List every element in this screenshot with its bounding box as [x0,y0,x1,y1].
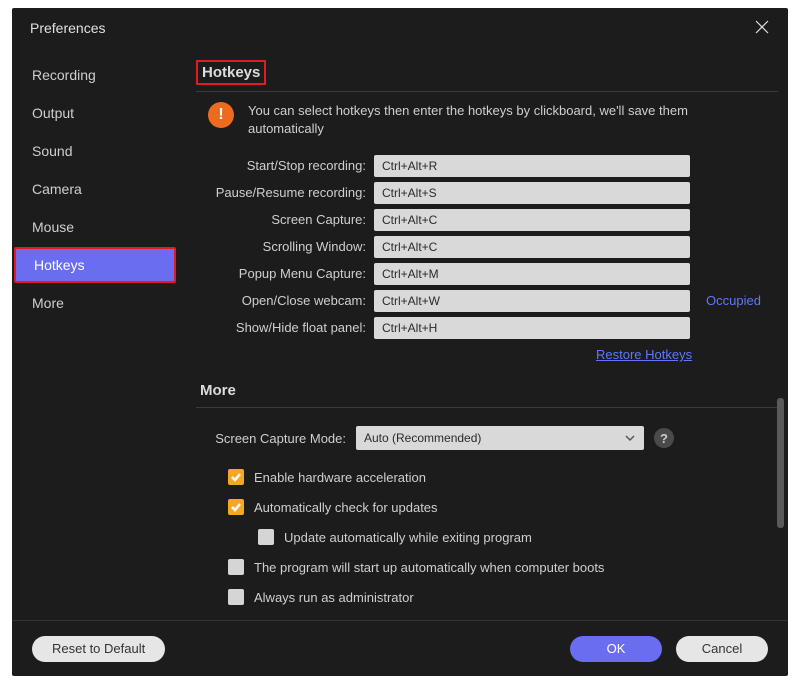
sidebar-item-label: Hotkeys [34,257,85,273]
help-icon[interactable]: ? [654,428,674,448]
section-title-hotkeys: Hotkeys [196,60,266,85]
hotkey-row: Start/Stop recording: [196,152,778,179]
close-icon[interactable] [754,19,770,38]
sidebar-item-recording[interactable]: Recording [14,57,176,93]
hotkey-label: Start/Stop recording: [196,158,366,173]
hotkey-label: Popup Menu Capture: [196,266,366,281]
hotkey-row: Show/Hide float panel: [196,314,778,341]
info-row: ! You can select hotkeys then enter the … [196,102,778,138]
titlebar: Preferences [12,8,788,48]
checkbox-label: The program will start up automatically … [254,560,604,575]
sidebar-item-camera[interactable]: Camera [14,171,176,207]
mode-row: Screen Capture Mode: Auto (Recommended) … [196,426,778,450]
checkbox-label: Enable hardware acceleration [254,470,426,485]
checkbox-row: Enable hardware acceleration [196,462,778,492]
reset-to-default-button[interactable]: Reset to Default [32,636,165,662]
sidebar-item-label: Mouse [32,219,74,235]
divider [196,407,778,408]
screen-capture-mode-select[interactable]: Auto (Recommended) [356,426,644,450]
hotkey-input-scrolling-window[interactable] [374,236,690,258]
section-title-more: More [196,380,240,401]
hotkey-input-pause-resume[interactable] [374,182,690,204]
hotkey-input-screen-capture[interactable] [374,209,690,231]
hotkeys-section: Hotkeys ! You can select hotkeys then en… [196,60,778,362]
cancel-button[interactable]: Cancel [676,636,768,662]
preferences-window: Preferences Recording Output Sound Camer… [12,8,788,676]
hotkey-label: Show/Hide float panel: [196,320,366,335]
sidebar-item-label: Recording [32,67,96,83]
window-title: Preferences [30,20,105,36]
scrollbar[interactable] [777,398,784,528]
alert-icon: ! [208,102,234,128]
sidebar-item-mouse[interactable]: Mouse [14,209,176,245]
main-panel: Hotkeys ! You can select hotkeys then en… [184,48,788,620]
sidebar: Recording Output Sound Camera Mouse Hotk… [14,48,184,620]
sidebar-item-label: Camera [32,181,82,197]
sidebar-item-sound[interactable]: Sound [14,133,176,169]
sidebar-item-hotkeys[interactable]: Hotkeys [14,247,176,283]
select-value: Auto (Recommended) [364,431,481,445]
divider [196,91,778,92]
hotkey-input-float-panel[interactable] [374,317,690,339]
hotkey-input-webcam[interactable] [374,290,690,312]
sidebar-item-label: Output [32,105,74,121]
checkbox-row: Update automatically while exiting progr… [196,522,778,552]
sidebar-item-more[interactable]: More [14,285,176,321]
info-text: You can select hotkeys then enter the ho… [248,102,778,138]
chevron-down-icon [624,432,636,444]
checkbox-auto-updates[interactable] [228,499,244,515]
hotkey-row: Open/Close webcam: Occupied [196,287,778,314]
checkbox-hardware-accel[interactable] [228,469,244,485]
checkbox-label: Always run as administrator [254,590,414,605]
ok-button[interactable]: OK [570,636,662,662]
checkbox-admin[interactable] [228,589,244,605]
sidebar-item-output[interactable]: Output [14,95,176,131]
hotkey-label: Screen Capture: [196,212,366,227]
checkbox-row: Always run as administrator [196,582,778,612]
checkbox-label: Automatically check for updates [254,500,438,515]
hotkey-label: Open/Close webcam: [196,293,366,308]
checkbox-update-on-exit[interactable] [258,529,274,545]
mode-label: Screen Capture Mode: [196,431,346,446]
hotkey-label: Scrolling Window: [196,239,366,254]
hotkey-row: Pause/Resume recording: [196,179,778,206]
checkbox-row: Automatically check for updates [196,492,778,522]
sidebar-item-label: More [32,295,64,311]
hotkey-status: Occupied [706,293,761,308]
checkbox-row: The program will start up automatically … [196,552,778,582]
body: Recording Output Sound Camera Mouse Hotk… [12,48,788,620]
restore-hotkeys-link[interactable]: Restore Hotkeys [196,347,778,362]
footer-right: OK Cancel [570,636,768,662]
footer: Reset to Default OK Cancel [12,620,788,676]
hotkey-row: Scrolling Window: [196,233,778,260]
checkbox-label: Update automatically while exiting progr… [284,530,532,545]
checkbox-startup[interactable] [228,559,244,575]
sidebar-item-label: Sound [32,143,72,159]
hotkey-input-popup-menu[interactable] [374,263,690,285]
hotkey-label: Pause/Resume recording: [196,185,366,200]
more-section: More Screen Capture Mode: Auto (Recommen… [196,380,778,620]
hotkey-row: Screen Capture: [196,206,778,233]
hotkey-row: Popup Menu Capture: [196,260,778,287]
hotkey-input-start-stop[interactable] [374,155,690,177]
